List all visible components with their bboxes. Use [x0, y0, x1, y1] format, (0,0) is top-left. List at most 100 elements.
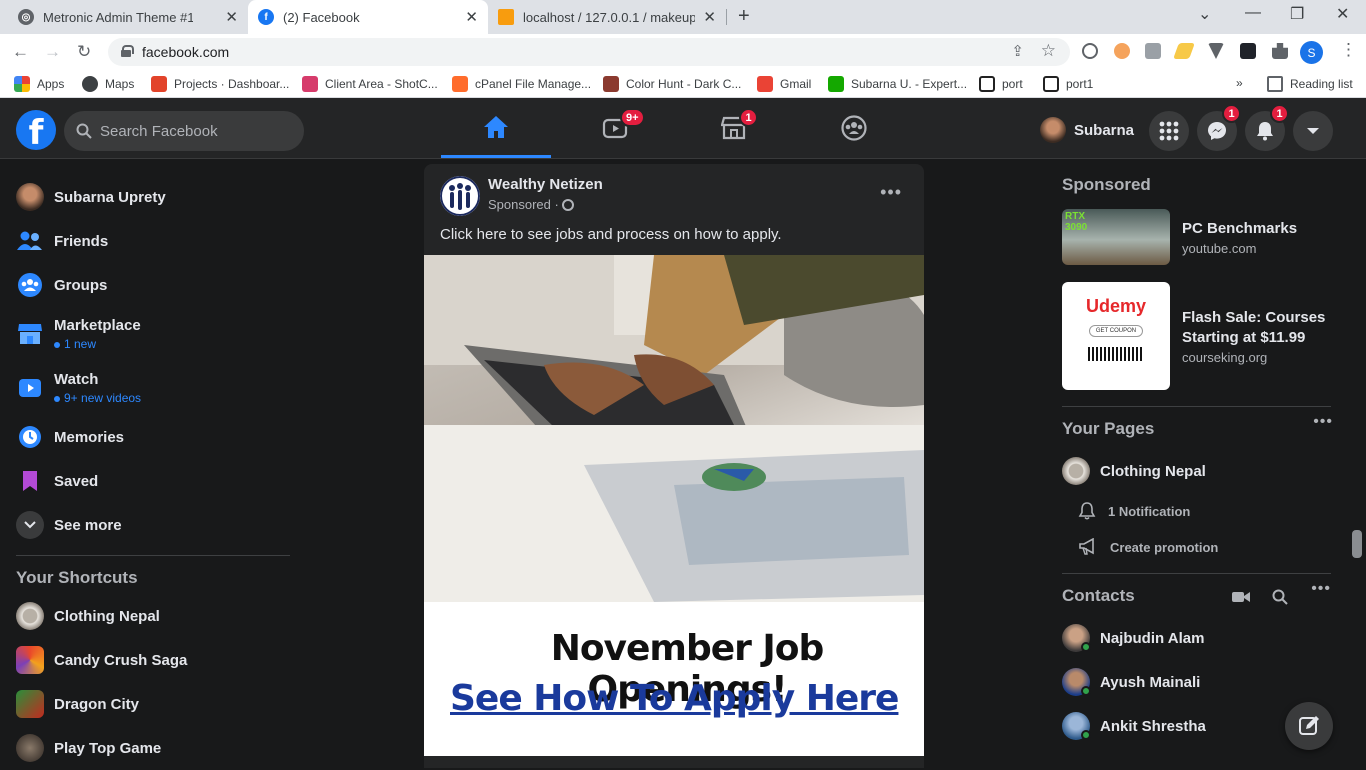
more-bookmarks-icon[interactable]: »: [1236, 76, 1243, 90]
post-author[interactable]: Wealthy Netizen: [488, 176, 603, 193]
post-text[interactable]: Click here to see jobs and process on ho…: [440, 226, 782, 243]
tab-title: localhost / 127.0.0.1 / makeup / c: [523, 9, 695, 25]
shortcut-item[interactable]: Clothing Nepal: [8, 594, 298, 638]
bookmark-port[interactable]: port: [979, 76, 1023, 92]
contacts-options-icon[interactable]: •••: [1311, 580, 1331, 598]
close-window-button[interactable]: ✕: [1336, 4, 1349, 24]
minimize-button[interactable]: —: [1245, 4, 1261, 22]
search-input[interactable]: Search Facebook: [64, 111, 304, 151]
new-tab-button[interactable]: +: [738, 5, 750, 28]
close-tab-icon[interactable]: ✕: [465, 8, 478, 26]
tab-groups[interactable]: [799, 98, 909, 158]
advertiser-avatar[interactable]: [440, 176, 480, 216]
bookmark-cpanel[interactable]: cPanel File Manage...: [452, 76, 591, 92]
contact-item[interactable]: Najbudin Alam: [1054, 616, 1339, 660]
bookmark-maps[interactable]: Maps: [82, 76, 134, 92]
profile-avatar[interactable]: S: [1300, 41, 1323, 64]
bookmark-label: cPanel File Manage...: [475, 77, 592, 91]
groups-icon: [841, 115, 867, 141]
create-promotion-link[interactable]: Create promotion: [1054, 529, 1339, 565]
back-icon[interactable]: ←: [12, 42, 29, 62]
bookmark-client-area[interactable]: Client Area - ShotC...: [302, 76, 438, 92]
menu-grid-button[interactable]: [1149, 111, 1189, 151]
sponsored-ad[interactable]: RTX 3090 PC Benchmarks youtube.com: [1054, 209, 1339, 265]
banner-link[interactable]: See How To Apply Here: [450, 678, 899, 719]
vue-extension-icon[interactable]: [1208, 43, 1224, 59]
browser-tab-facebook[interactable]: f (2) Facebook ✕: [248, 0, 488, 34]
post-banner[interactable]: November Job Openings! See How To Apply …: [424, 602, 924, 756]
post-options-icon[interactable]: •••: [880, 182, 902, 203]
bookmark-port1[interactable]: port1: [1043, 76, 1093, 92]
search-contacts-icon[interactable]: [1272, 589, 1288, 605]
search-placeholder: Search Facebook: [100, 122, 218, 140]
notifications-badge: 1: [1270, 104, 1289, 123]
extension-icon[interactable]: [1082, 43, 1098, 59]
extensions-puzzle-icon[interactable]: [1272, 43, 1288, 59]
page-item-clothing-nepal[interactable]: Clothing Nepal: [1054, 449, 1339, 493]
sidebar-item-memories[interactable]: Memories: [8, 415, 298, 459]
sidebar-item-see-more[interactable]: See more: [8, 503, 298, 547]
react-extension-icon[interactable]: [1240, 43, 1256, 59]
bookmark-projects[interactable]: Projects · Dashboar...: [151, 76, 289, 92]
page-scrollbar[interactable]: [1352, 530, 1362, 558]
shortcut-item[interactable]: Candy Crush Saga: [8, 638, 298, 682]
reading-list-button[interactable]: Reading list: [1267, 76, 1353, 92]
shortcut-label: Candy Crush Saga: [54, 651, 188, 669]
bookmark-upwork[interactable]: Subarna U. - Expert...: [828, 76, 967, 92]
bookmark-apps[interactable]: Apps: [14, 76, 64, 92]
ad-image-label: RTX 3090: [1065, 211, 1088, 233]
browser-tab-phpmyadmin[interactable]: localhost / 127.0.0.1 / makeup / c ✕: [488, 0, 726, 34]
sidebar-item-marketplace[interactable]: Marketplace 1 new: [8, 307, 298, 361]
pages-options-icon[interactable]: •••: [1313, 413, 1333, 431]
facebook-logo[interactable]: f: [16, 110, 56, 150]
contact-item[interactable]: Ayush Mainali: [1054, 660, 1339, 704]
share-icon[interactable]: ⇪: [1011, 42, 1024, 60]
bookmark-star-icon[interactable]: ☆: [1041, 41, 1056, 61]
online-status-icon: [1081, 730, 1091, 740]
address-bar[interactable]: facebook.com ⇪ ☆: [108, 38, 1070, 66]
tab-home[interactable]: [441, 98, 551, 158]
phpmyadmin-icon: [498, 9, 514, 25]
tab-marketplace[interactable]: 1: [679, 98, 789, 158]
tab-separator: [726, 9, 727, 25]
sponsored-label[interactable]: Sponsored ·: [488, 197, 559, 212]
close-tab-icon[interactable]: ✕: [703, 8, 716, 26]
new-room-video-icon[interactable]: [1232, 591, 1250, 603]
contact-name: Ayush Mainali: [1100, 673, 1201, 691]
account-menu-button[interactable]: [1293, 111, 1333, 151]
sidebar-item-saved[interactable]: Saved: [8, 459, 298, 503]
bookmark-color-hunt[interactable]: Color Hunt - Dark C...: [603, 76, 741, 92]
camera-extension-icon[interactable]: [1145, 43, 1161, 59]
menu-icon[interactable]: ⋮: [1340, 40, 1357, 60]
bookmark-gmail[interactable]: Gmail: [757, 76, 811, 92]
sidebar-item-groups[interactable]: Groups: [8, 263, 298, 307]
shortcut-item[interactable]: Play Top Game: [8, 726, 298, 770]
browser-tab-metronic[interactable]: ◎ Metronic Admin Theme #1 | Admin ✕: [8, 0, 248, 34]
extension-icon[interactable]: [1114, 43, 1130, 59]
profile-shortcut[interactable]: Subarna: [1040, 117, 1134, 143]
sidebar-item-watch[interactable]: Watch 9+ new videos: [8, 361, 298, 415]
tab-watch[interactable]: 9+: [560, 98, 670, 158]
post-header: Wealthy Netizen Sponsored ·: [440, 176, 603, 216]
new-message-button[interactable]: [1285, 702, 1333, 750]
watch-icon: [16, 374, 44, 402]
sponsored-ad[interactable]: Udemy GET COUPON Flash Sale: Courses Sta…: [1054, 282, 1339, 390]
forward-icon[interactable]: →: [44, 42, 61, 62]
post-image[interactable]: [424, 255, 924, 602]
notifications-button[interactable]: 1: [1245, 104, 1289, 151]
maximize-button[interactable]: ❐: [1290, 4, 1304, 24]
sidebar-item-friends[interactable]: Friends: [8, 219, 298, 263]
tab-search-icon[interactable]: ⌄: [1198, 4, 1211, 24]
bookmark-label: Color Hunt - Dark C...: [626, 77, 742, 91]
contact-avatar: [1062, 712, 1091, 740]
shortcut-item[interactable]: Dragon City: [8, 682, 298, 726]
reload-icon[interactable]: ↻: [77, 42, 91, 62]
marketplace-icon: [16, 320, 44, 348]
cpanel-icon: [452, 76, 468, 92]
shortcuts-heading: Your Shortcuts: [16, 568, 138, 587]
close-tab-icon[interactable]: ✕: [225, 8, 238, 26]
page-notifications-link[interactable]: 1 Notification: [1054, 493, 1339, 529]
messenger-button[interactable]: 1: [1197, 104, 1241, 151]
extension-icon[interactable]: [1173, 43, 1195, 59]
sidebar-item-profile[interactable]: Subarna Uprety: [8, 175, 298, 219]
